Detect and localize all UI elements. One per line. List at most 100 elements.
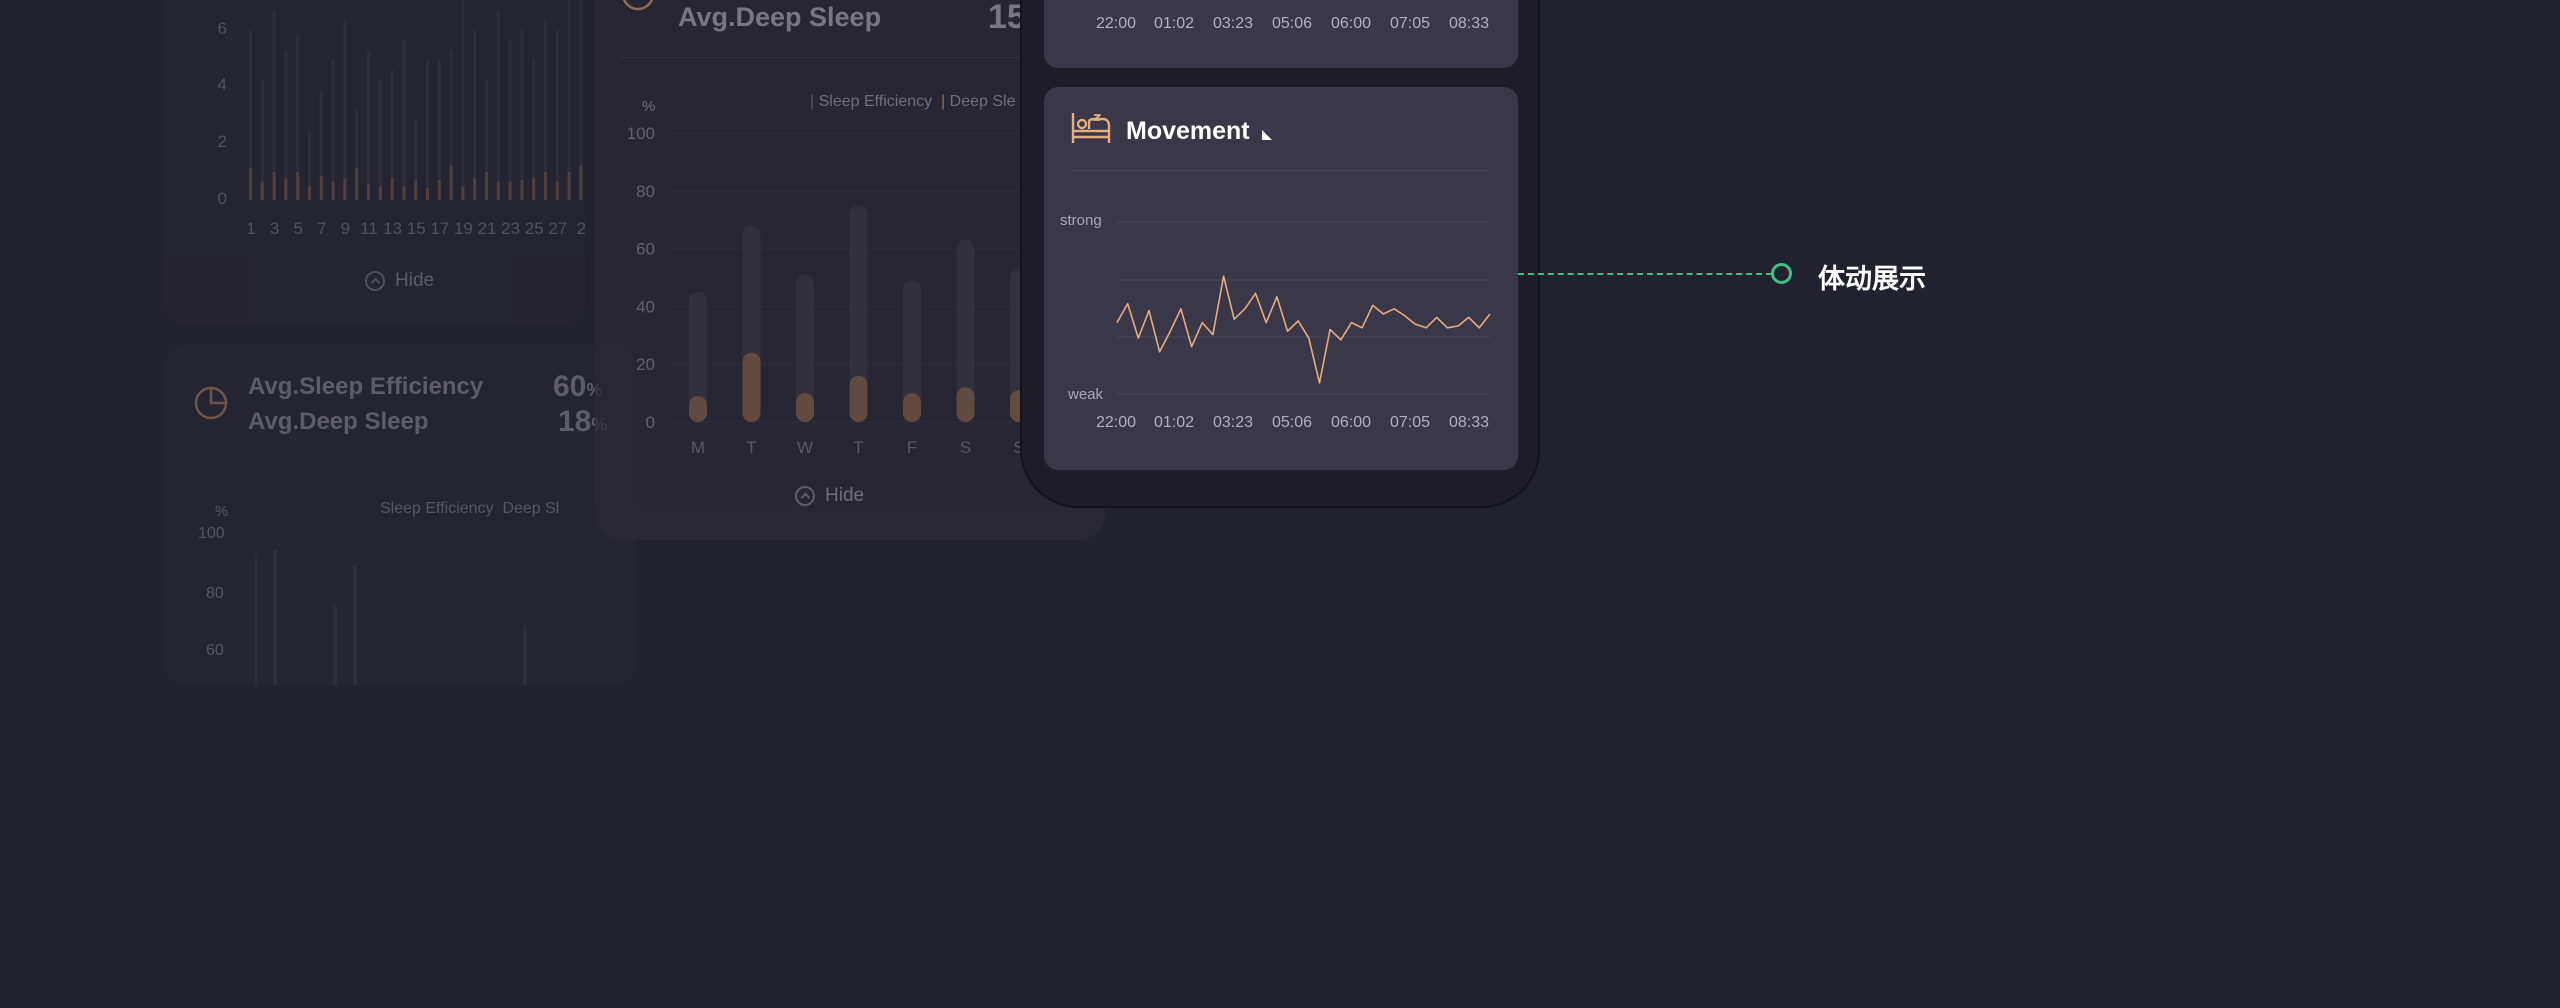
x-tick: 1 bbox=[246, 219, 255, 238]
bar bbox=[461, 186, 465, 200]
x-tick: 3 bbox=[270, 219, 279, 238]
bar bbox=[367, 184, 370, 200]
bar bbox=[355, 168, 359, 200]
y-tick: 40 bbox=[636, 297, 655, 316]
time-tick: 05:06 bbox=[1272, 414, 1312, 431]
time-tick: 03:23 bbox=[1213, 15, 1253, 32]
y-tick: 100 bbox=[198, 525, 225, 542]
bar bbox=[579, 166, 583, 200]
efficiency-card-small: Avg.Sleep Efficiency Avg.Deep Sleep 60% … bbox=[165, 345, 635, 685]
bar-track bbox=[520, 30, 524, 200]
time-tick: 03:23 bbox=[1213, 414, 1253, 431]
y-unit: % bbox=[642, 98, 655, 115]
bar-track bbox=[461, 0, 465, 200]
y-tick: 80 bbox=[206, 585, 224, 602]
bar bbox=[532, 178, 536, 200]
bar bbox=[496, 182, 500, 200]
x-tick: 23 bbox=[501, 219, 520, 238]
y-tick: 60 bbox=[206, 642, 224, 659]
ring-icon bbox=[622, 0, 654, 11]
bar-track bbox=[426, 60, 429, 200]
bar bbox=[485, 172, 488, 200]
y-tick: 0 bbox=[646, 413, 655, 432]
hide-label: Hide bbox=[825, 485, 865, 506]
bar-track bbox=[343, 20, 347, 200]
deep-sleep-bar bbox=[796, 393, 814, 422]
x-tick: 27 bbox=[548, 219, 567, 238]
x-tick: 5 bbox=[293, 219, 302, 238]
bar bbox=[284, 178, 288, 200]
bar-track bbox=[378, 80, 382, 200]
time-tick: 06:00 bbox=[1331, 15, 1371, 32]
hide-label: Hide bbox=[395, 270, 435, 291]
time-tick: 01:02 bbox=[1154, 15, 1194, 32]
bar bbox=[390, 178, 394, 200]
chart-legend: | Sleep Efficiency | Deep Sle bbox=[810, 93, 1016, 110]
y-tick: 0 bbox=[218, 189, 227, 208]
callout-connector bbox=[1518, 273, 1772, 275]
y-tick: 6 bbox=[218, 19, 227, 38]
chart-legend: Sleep Efficiency Deep Sl bbox=[380, 500, 560, 517]
deep-sleep-label: Avg.Deep Sleep bbox=[248, 408, 429, 435]
y-tick: 2 bbox=[218, 132, 227, 151]
day-label: W bbox=[797, 438, 813, 457]
time-tick: 08:33 bbox=[1449, 15, 1489, 32]
deep-sleep-bar bbox=[742, 352, 761, 422]
time-tick: 05:06 bbox=[1272, 15, 1312, 32]
y-tick: 80 bbox=[636, 182, 655, 201]
monthly-sleep-card: 6420 1 3 5 7 9 11 13 15 17 19 21 23 25 27 2 Hide bbox=[165, 0, 586, 325]
x-tick: 21 bbox=[478, 219, 497, 238]
deep-sleep-bar bbox=[689, 395, 707, 422]
y-tick: 60 bbox=[636, 240, 655, 259]
movement-series-line bbox=[1116, 275, 1491, 384]
bar bbox=[331, 182, 335, 200]
collapse-icon bbox=[795, 486, 815, 506]
bar bbox=[343, 178, 347, 200]
day-label: F bbox=[907, 438, 917, 457]
bar bbox=[260, 182, 264, 200]
bar-track bbox=[402, 40, 406, 200]
bar-track bbox=[567, 0, 571, 200]
bar-track bbox=[496, 10, 500, 200]
bar bbox=[473, 178, 477, 200]
day-label: M bbox=[691, 438, 705, 457]
bar bbox=[308, 186, 311, 200]
bar bbox=[567, 172, 571, 200]
bar bbox=[437, 180, 441, 200]
bar bbox=[319, 176, 323, 200]
stage-time-axis: 22:00 01:02 03:23 05:06 06:00 07:05 08:33 bbox=[1096, 15, 1489, 32]
efficiency-bars bbox=[255, 550, 527, 685]
time-tick: 08:33 bbox=[1449, 414, 1489, 431]
x-tick: 9 bbox=[341, 219, 350, 238]
phone-frame: 22:00 01:02 03:23 05:06 06:00 07:05 08:33 Move… bbox=[1020, 0, 1540, 508]
bar bbox=[555, 182, 559, 200]
time-tick: 07:05 bbox=[1390, 15, 1430, 32]
x-tick: 11 bbox=[360, 219, 378, 238]
deep-sleep-bar bbox=[849, 375, 868, 422]
bar-track bbox=[555, 30, 559, 200]
day-label: S bbox=[960, 438, 971, 457]
pie-icon bbox=[194, 386, 228, 420]
hide-button[interactable]: Hide bbox=[795, 485, 864, 507]
collapse-icon bbox=[365, 271, 385, 291]
bar bbox=[414, 180, 418, 200]
x-tick: 7 bbox=[317, 219, 326, 238]
bar-track bbox=[367, 50, 370, 200]
day-label: T bbox=[853, 438, 863, 457]
y-tick: 4 bbox=[218, 75, 227, 94]
bar bbox=[249, 168, 252, 200]
deep-sleep-bar bbox=[956, 387, 975, 422]
hide-button[interactable]: Hide bbox=[365, 270, 434, 292]
bar bbox=[544, 172, 547, 200]
time-tick: 07:05 bbox=[1390, 414, 1430, 431]
bar bbox=[272, 172, 276, 200]
x-tick: 2 bbox=[577, 219, 585, 238]
deep-sleep-bar bbox=[903, 393, 921, 422]
callout-dot bbox=[1771, 263, 1792, 284]
time-tick: 01:02 bbox=[1154, 414, 1194, 431]
movement-panel: Movement strong weak 22:00 01:02 03:23 05:0… bbox=[1044, 87, 1518, 470]
callout-label: 体动展示 bbox=[1818, 264, 1926, 294]
x-tick: 25 bbox=[525, 219, 544, 238]
time-tick: 06:00 bbox=[1331, 414, 1371, 431]
day-label: T bbox=[746, 438, 756, 457]
